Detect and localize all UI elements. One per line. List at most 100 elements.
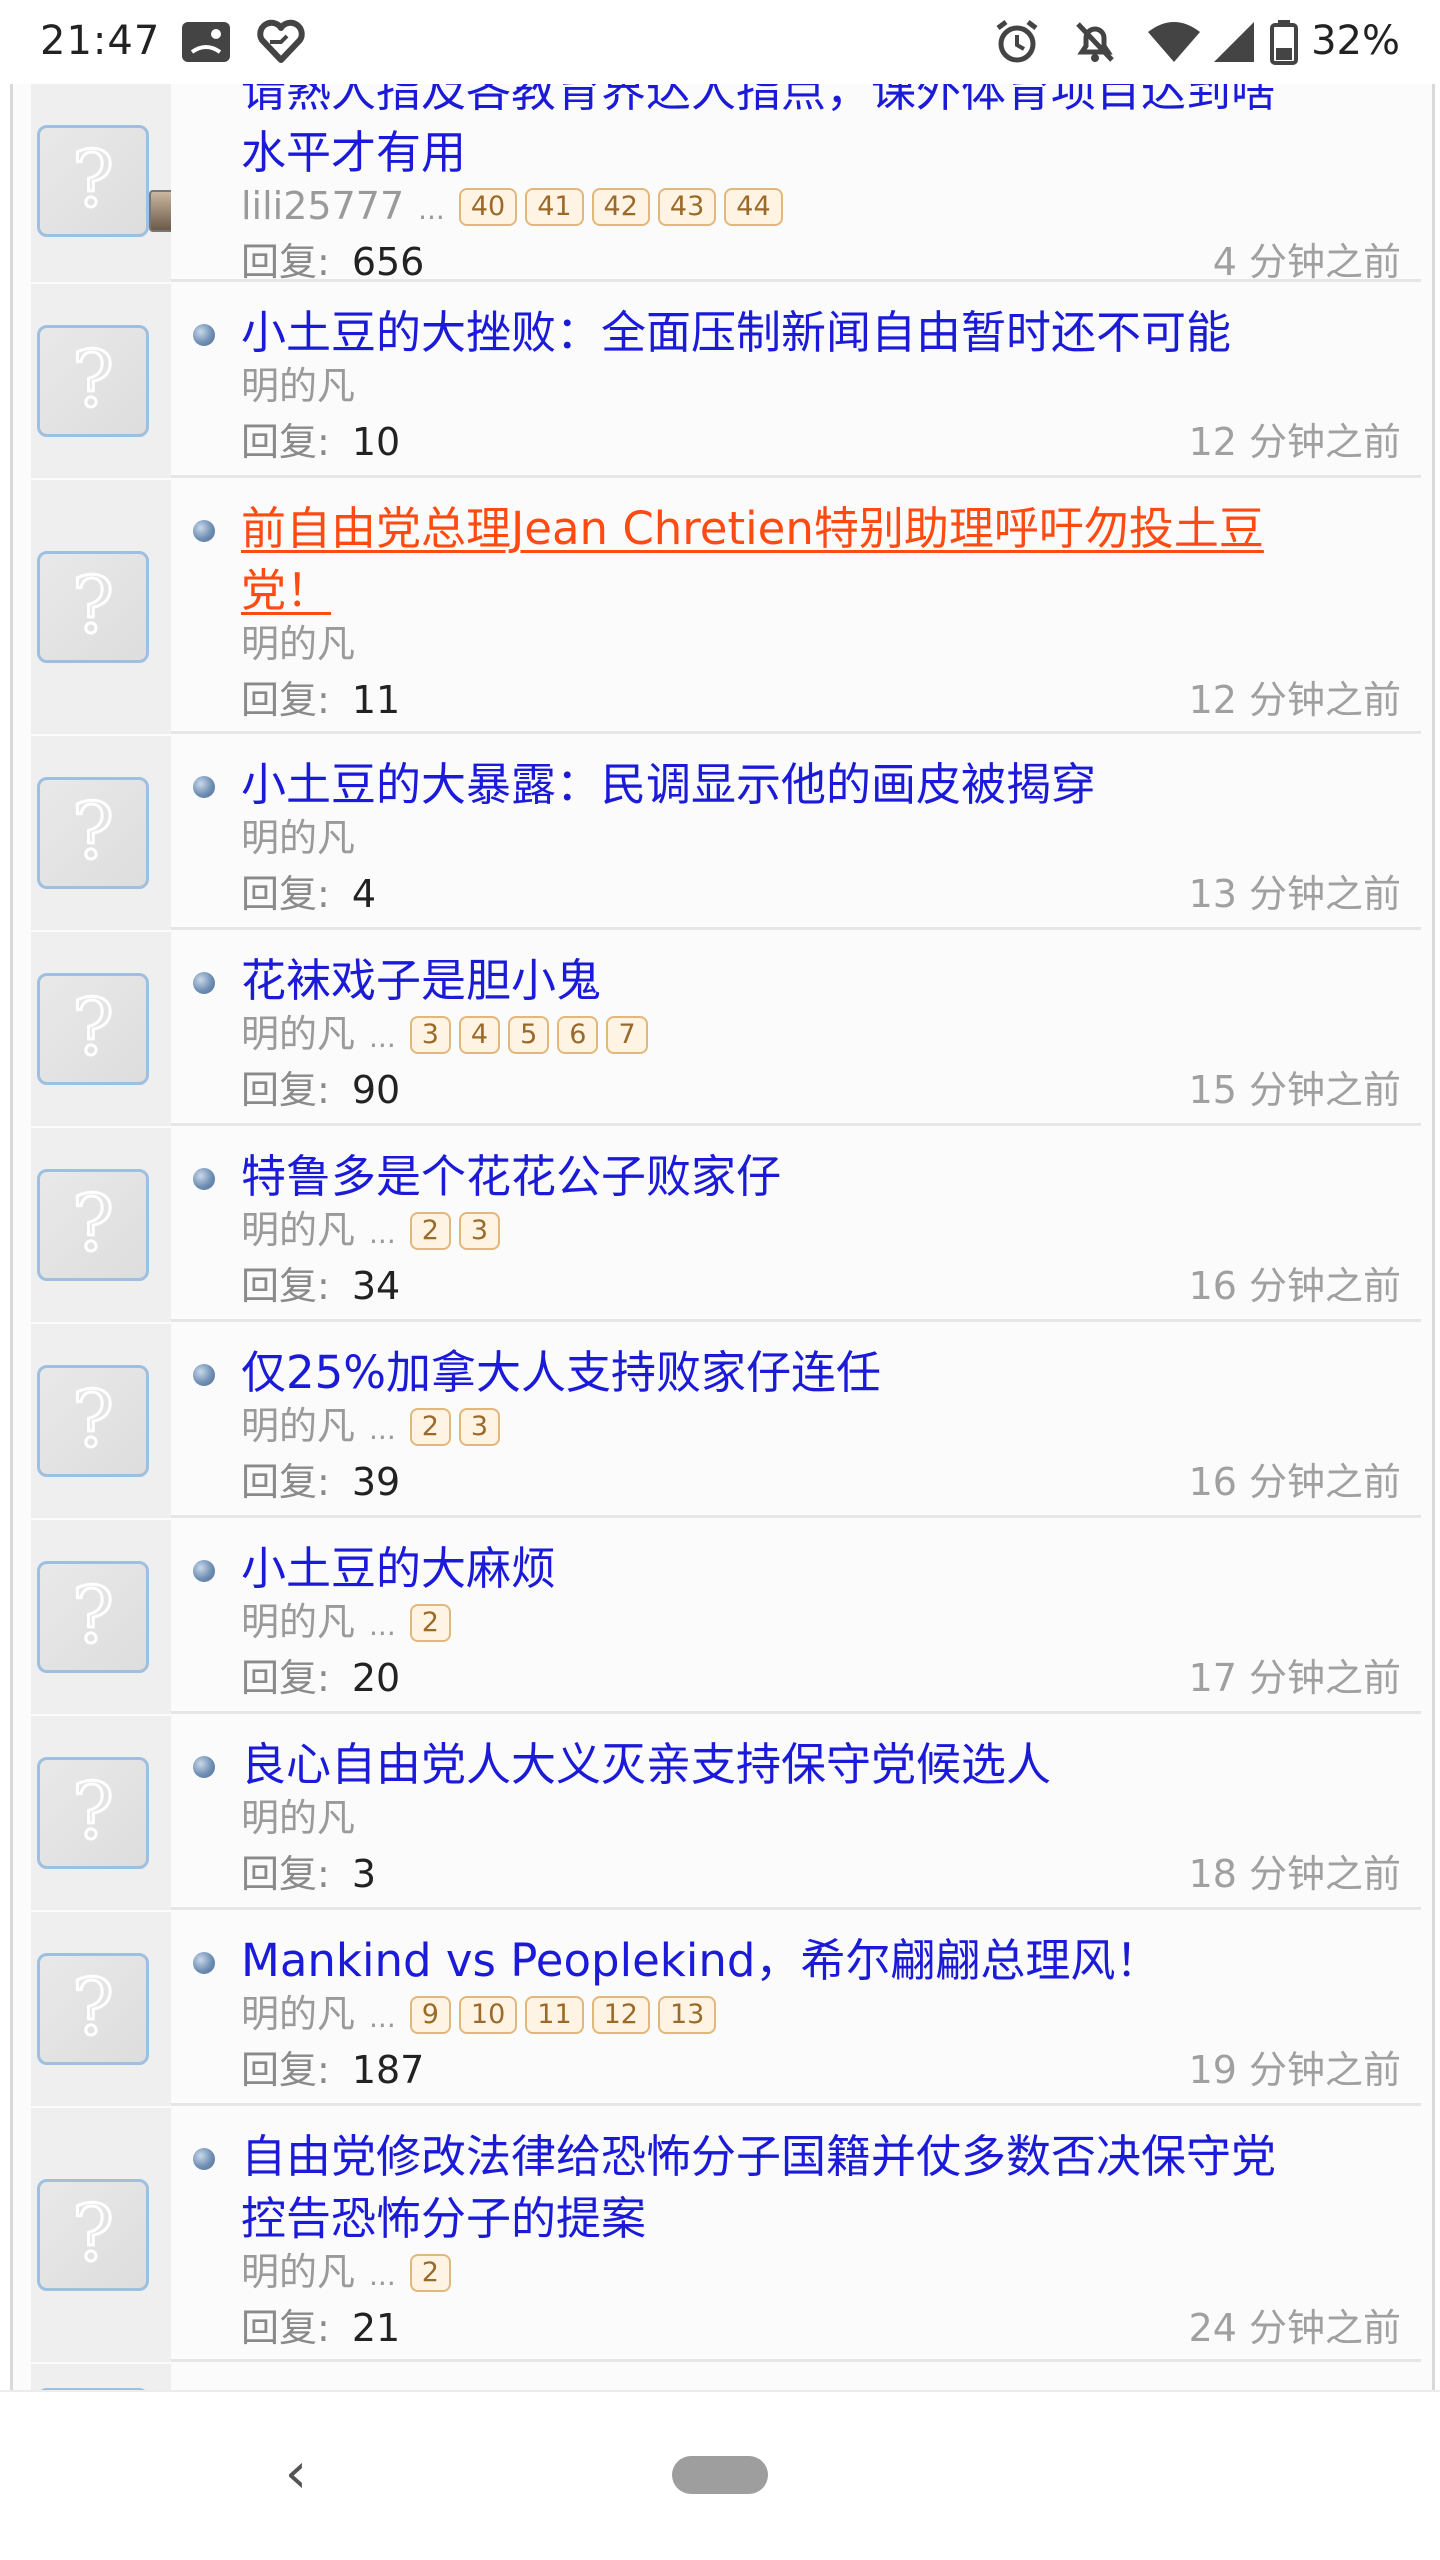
- author-name[interactable]: 明的凡: [241, 1992, 355, 2036]
- page-link[interactable]: 44: [724, 188, 783, 226]
- avatar[interactable]: ?: [37, 551, 149, 663]
- author-name[interactable]: lili25777: [241, 184, 404, 228]
- reply-label: 回复:: [241, 1656, 330, 1700]
- page-link[interactable]: 9: [409, 1996, 451, 2034]
- page-link[interactable]: 43: [657, 188, 717, 226]
- page-link[interactable]: 10: [458, 1996, 518, 2034]
- bullet-icon: [193, 972, 215, 994]
- author-name[interactable]: 明的凡: [241, 1796, 355, 1840]
- table-row: ? 小土豆的大暴露：民调显示他的画皮被揭穿 明的凡 回复: 4 13 分钟之前: [31, 736, 1421, 930]
- thread-title-link[interactable]: 良心自由党人大义灭亲支持保守党候选人: [241, 1734, 1361, 1796]
- thread-title-link[interactable]: 自由党修改法律给恐怖分子国籍并仗多数否决保守党 控告恐怖分子的提案: [241, 2126, 1361, 2250]
- page-link[interactable]: 2: [409, 1604, 451, 1642]
- author-name[interactable]: 明的凡: [241, 1600, 355, 1644]
- avatar[interactable]: ?: [37, 125, 149, 237]
- page-link[interactable]: 5: [508, 1016, 550, 1054]
- page-link[interactable]: 41: [525, 188, 584, 226]
- author-name[interactable]: 明的凡: [241, 622, 355, 666]
- reply-count: 回复: 187: [241, 2046, 424, 2094]
- page-link[interactable]: 2: [409, 1408, 451, 1446]
- author-name[interactable]: 明的凡: [241, 364, 355, 408]
- page-link[interactable]: 40: [458, 188, 518, 226]
- page-link[interactable]: 2: [409, 1212, 451, 1250]
- page-link[interactable]: 3: [409, 1016, 451, 1054]
- photo-notification-icon: [178, 18, 234, 70]
- thread-content: 小土豆的大挫败：全面压制新闻自由暂时还不可能 明的凡回复: 10 12 分钟之前: [171, 284, 1421, 478]
- thread-content: 前自由党总理Jean Chretien特别助理呼吁勿投土豆 党！ 明的凡 回复: 11 1…: [171, 480, 1421, 734]
- thread-content: 西瓜子说情去版: [171, 2364, 1421, 2390]
- svg-text:?: ?: [72, 2189, 114, 2279]
- table-row: ? 前自由党总理Jean Chretien特别助理呼吁勿投土豆 党！ 明的凡 回复: 11…: [31, 480, 1421, 734]
- thread-title-link[interactable]: 小土豆的大麻烦: [241, 1538, 1361, 1600]
- author-name[interactable]: 明的凡: [241, 2250, 355, 2294]
- page-link[interactable]: 12: [591, 1996, 650, 2034]
- thread-title-link[interactable]: Mankind vs Peoplekind，希尔翩翩总理风！: [241, 1930, 1361, 1992]
- thread-title-line: 前自由党总理Jean Chretien特别助理呼吁勿投土豆: [241, 502, 1264, 555]
- alarm-icon: [992, 18, 1042, 70]
- thread-title-link[interactable]: 西瓜子说情去版: [241, 2382, 1361, 2390]
- table-row: ? 良心自由党人大义灭亲支持保守党候选人 明的凡 回复: 3 18 分钟之前: [31, 1716, 1421, 1910]
- bullet-icon: [193, 1168, 215, 1190]
- reply-count: 回复: 20: [241, 1654, 400, 1702]
- page-link[interactable]: 3: [458, 1212, 501, 1250]
- avatar[interactable]: ?: [37, 1561, 149, 1673]
- reply-number: 20: [351, 1656, 401, 1700]
- page-link[interactable]: 13: [657, 1996, 717, 2034]
- bullet-icon: [193, 1364, 215, 1386]
- author-name[interactable]: 明的凡: [241, 1012, 355, 1056]
- thread-title-line: 花袜戏子是胆小鬼: [241, 954, 602, 1007]
- ellipsis: ...: [418, 193, 445, 226]
- avatar[interactable]: ?: [37, 1953, 149, 2065]
- author-name[interactable]: 明的凡: [241, 1404, 355, 1448]
- page-link[interactable]: 4: [458, 1016, 501, 1054]
- avatar[interactable]: ?: [37, 973, 149, 1085]
- table-row: ? 特鲁多是个花花公子败家仔 明的凡... 2 3 回复: 34 16 分钟之前: [31, 1128, 1421, 1322]
- avatar[interactable]: ?: [37, 777, 149, 889]
- thread-title-line: 水平才有用: [241, 126, 467, 179]
- battery-percent: 32%: [1311, 18, 1400, 64]
- thread-title-link[interactable]: 小土豆的大挫败：全面压制新闻自由暂时还不可能: [241, 302, 1361, 364]
- reply-count: 回复: 4: [241, 870, 376, 918]
- page-link[interactable]: 42: [591, 188, 650, 226]
- avatar[interactable]: ?: [37, 1757, 149, 1869]
- avatar-column: ?: [31, 84, 191, 282]
- battery-icon: [1268, 18, 1300, 70]
- thread-content: Mankind vs Peoplekind，希尔翩翩总理风！ 明的凡... 9 10 1…: [171, 1912, 1421, 2106]
- thread-content: 特鲁多是个花花公子败家仔 明的凡... 2 3 回复: 34 16 分钟之前: [171, 1128, 1421, 1322]
- last-reply-time: 24 分钟之前: [1188, 2306, 1401, 2350]
- page-link[interactable]: 2: [409, 2254, 451, 2292]
- back-icon[interactable]: ‹: [266, 2434, 326, 2514]
- svg-text:?: ?: [72, 335, 114, 425]
- table-row: ? Mankind vs Peoplekind，希尔翩翩总理风！ 明的凡... 9 10…: [31, 1912, 1421, 2106]
- page-link[interactable]: 3: [458, 1408, 501, 1446]
- home-pill[interactable]: [672, 2456, 768, 2494]
- thread-title-link[interactable]: 仅25%加拿大人支持败家仔连任: [241, 1342, 1361, 1404]
- page-link[interactable]: 6: [557, 1016, 599, 1054]
- author-name[interactable]: 明的凡: [241, 1208, 355, 1252]
- thread-title-line: 西瓜子说情去版: [241, 2382, 1361, 2390]
- thread-title-link[interactable]: 前自由党总理Jean Chretien特别助理呼吁勿投土豆 党！: [241, 498, 1361, 622]
- thread-title-link[interactable]: 特鲁多是个花花公子败家仔: [241, 1146, 1361, 1208]
- last-reply-time: 12 分钟之前: [1188, 420, 1401, 464]
- thread-title-link[interactable]: 小土豆的大暴露：民调显示他的画皮被揭穿: [241, 754, 1361, 816]
- bullet-icon: [193, 1560, 215, 1582]
- reply-count: 回复: 21: [241, 2304, 400, 2352]
- thread-content: 小土豆的大暴露：民调显示他的画皮被揭穿 明的凡 回复: 4 13 分钟之前: [171, 736, 1421, 930]
- avatar[interactable]: ?: [37, 325, 149, 437]
- last-reply-time: 15 分钟之前: [1188, 1068, 1401, 1112]
- avatar[interactable]: ?: [37, 1365, 149, 1477]
- table-row: ? 请熟人指及各教育界达人指点，课外体育项目达到啥 水平才有用 lili25777..…: [31, 84, 1421, 284]
- reply-number: 656: [351, 240, 425, 284]
- thread-title-line: Mankind vs Peoplekind，希尔翩翩总理风！: [241, 1934, 1161, 1987]
- reply-label: 回复:: [241, 1264, 330, 1308]
- thread-title-link[interactable]: 花袜戏子是胆小鬼: [241, 950, 1361, 1012]
- page-link[interactable]: 7: [606, 1016, 648, 1054]
- navigation-bar: ‹: [0, 2390, 1440, 2560]
- page-link[interactable]: 11: [525, 1996, 584, 2034]
- author-name[interactable]: 明的凡: [241, 816, 355, 860]
- reply-count: 回复: 10: [241, 418, 400, 466]
- thread-title-link[interactable]: 请熟人指及各教育界达人指点，课外体育项目达到啥 水平才有用: [241, 84, 1361, 184]
- avatar[interactable]: ?: [37, 2179, 149, 2291]
- avatar[interactable]: ?: [37, 1169, 149, 1281]
- svg-text:?: ?: [72, 561, 114, 651]
